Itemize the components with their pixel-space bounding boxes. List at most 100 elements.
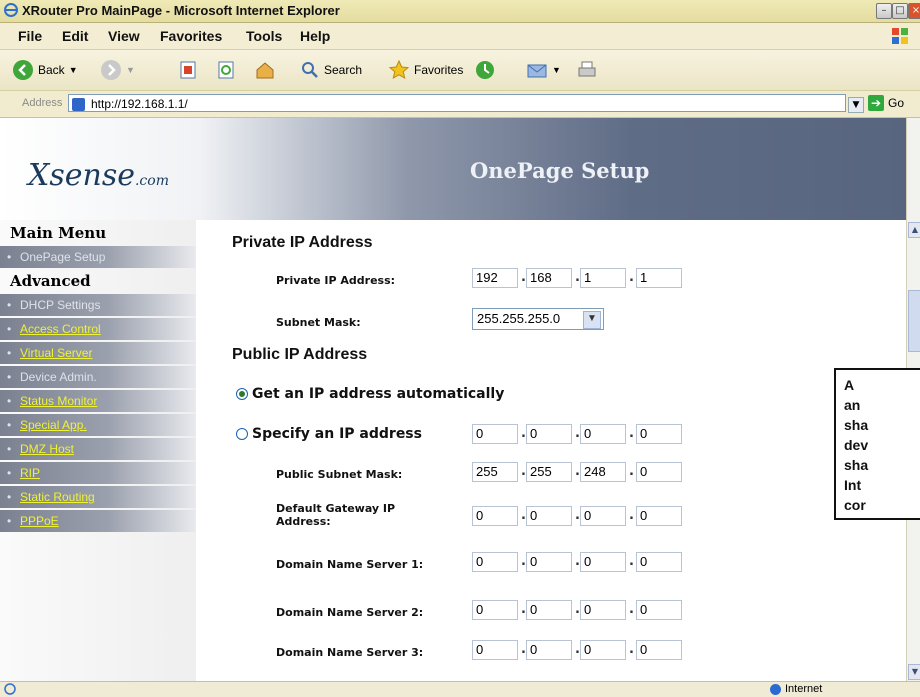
dns1-octet-4[interactable]: 0 [636, 552, 682, 572]
public-subnet-octet-2[interactable]: 255 [526, 462, 572, 482]
dns3-octet-2[interactable]: 0 [526, 640, 572, 660]
sidebar-menu: Main Menu OnePage Setup Advanced DHCP Se… [0, 220, 196, 681]
star-icon [388, 59, 410, 79]
public-subnet-octet-3[interactable]: 248 [580, 462, 626, 482]
main-menu-heading: Main Menu [10, 224, 107, 242]
scroll-down-button[interactable]: ▼ [908, 664, 920, 680]
auto-ip-label: Get an IP address automatically [252, 386, 505, 402]
private-ip-octet-2[interactable]: 168 [526, 268, 572, 288]
address-dropdown-button[interactable]: ▼ [848, 97, 864, 113]
header-banner: Xsense.com OnePage Setup [0, 118, 906, 220]
menu-edit[interactable]: Edit [62, 28, 88, 44]
subnet-mask-select[interactable]: 255.255.255.0 ▼ [472, 308, 604, 330]
sidebar-item-pppoe[interactable]: PPPoE [0, 510, 196, 532]
public-ip-heading: Public IP Address [232, 346, 368, 363]
advanced-heading: Advanced [10, 272, 91, 290]
print-button[interactable] [576, 58, 598, 82]
dns2-octet-2[interactable]: 0 [526, 600, 572, 620]
gateway-octet-4[interactable]: 0 [636, 506, 682, 526]
radio-auto-ip[interactable]: Get an IP address automatically [236, 386, 504, 402]
dns1-octet-2[interactable]: 0 [526, 552, 572, 572]
security-zone: Internet [770, 683, 822, 695]
dns2-label: Domain Name Server 2: [276, 606, 424, 619]
public-subnet-octet-1[interactable]: 255 [472, 462, 518, 482]
dns2-octet-4[interactable]: 0 [636, 600, 682, 620]
close-button[interactable]: × [908, 3, 920, 19]
back-button[interactable]: Back ▼ [12, 58, 78, 82]
search-icon [302, 62, 318, 78]
callout-line: dev [844, 437, 869, 453]
sidebar-item-static-routing[interactable]: Static Routing [0, 486, 196, 508]
dns1-octet-1[interactable]: 0 [472, 552, 518, 572]
public-ip-octet-3[interactable]: 0 [580, 424, 626, 444]
dns3-octet-3[interactable]: 0 [580, 640, 626, 660]
windows-logo-icon [892, 28, 908, 44]
page-content: Xsense.com OnePage Setup Main Menu OnePa… [0, 118, 906, 681]
subnet-mask-value: 255.255.255.0 [477, 311, 561, 326]
menu-favorites[interactable]: Favorites [160, 28, 222, 44]
scroll-thumb[interactable] [908, 290, 920, 352]
public-subnet-octet-4[interactable]: 0 [636, 462, 682, 482]
sidebar-item-device-admin[interactable]: Device Admin. [0, 366, 196, 388]
gateway-octet-2[interactable]: 0 [526, 506, 572, 526]
maximize-button[interactable]: □ [892, 3, 908, 19]
home-icon [256, 62, 274, 79]
sidebar-item-onepage-setup[interactable]: OnePage Setup [0, 246, 196, 268]
search-button[interactable]: Search [300, 58, 362, 82]
private-ip-octet-1[interactable]: 192 [472, 268, 518, 288]
home-button[interactable] [254, 58, 276, 82]
xsense-logo: Xsense.com [28, 158, 169, 193]
dns2-octet-1[interactable]: 0 [472, 600, 518, 620]
private-ip-label: Private IP Address: [276, 274, 396, 287]
minimize-button[interactable]: – [876, 3, 892, 19]
sidebar-item-dhcp-settings[interactable]: DHCP Settings [0, 294, 196, 316]
dns1-label: Domain Name Server 1: [276, 558, 424, 571]
address-input[interactable]: http://192.168.1.1/ [68, 94, 846, 112]
public-ip-octet-1[interactable]: 0 [472, 424, 518, 444]
sidebar-item-special-app[interactable]: Special App. [0, 414, 196, 436]
scroll-up-button[interactable]: ▲ [908, 222, 920, 238]
menu-help[interactable]: Help [300, 28, 330, 44]
mail-button[interactable]: ▼ [526, 58, 561, 82]
mail-icon [527, 64, 547, 78]
forward-arrow-icon [101, 60, 121, 80]
favorites-button[interactable]: Favorites [388, 58, 463, 82]
private-ip-octet-4[interactable]: 1 [636, 268, 682, 288]
sidebar-item-status-monitor[interactable]: Status Monitor [0, 390, 196, 412]
public-subnet-label: Public Subnet Mask: [276, 468, 403, 481]
dns3-octet-1[interactable]: 0 [472, 640, 518, 660]
subnet-mask-label: Subnet Mask: [276, 316, 361, 329]
forward-button[interactable]: ▼ [100, 58, 135, 82]
callout-line: sha [844, 457, 869, 473]
sidebar-item-rip[interactable]: RIP [0, 462, 196, 484]
sidebar-item-dmz-host[interactable]: DMZ Host [0, 438, 196, 460]
chevron-down-icon: ▼ [583, 311, 601, 329]
gateway-octet-1[interactable]: 0 [472, 506, 518, 526]
history-icon [476, 61, 494, 79]
radio-specify-ip[interactable]: Specify an IP address [236, 426, 422, 442]
history-button[interactable] [474, 58, 496, 82]
menu-view[interactable]: View [108, 28, 140, 44]
sidebar-item-access-control[interactable]: Access Control [0, 318, 196, 340]
window-title-bar: XRouter Pro MainPage - Microsoft Interne… [0, 0, 920, 23]
dns2-octet-3[interactable]: 0 [580, 600, 626, 620]
stop-icon [180, 61, 196, 79]
dns1-octet-3[interactable]: 0 [580, 552, 626, 572]
go-button[interactable]: ➔ Go [868, 95, 904, 111]
dns3-octet-4[interactable]: 0 [636, 640, 682, 660]
private-ip-heading: Private IP Address [232, 234, 373, 251]
gateway-octet-3[interactable]: 0 [580, 506, 626, 526]
private-ip-octet-3[interactable]: 1 [580, 268, 626, 288]
refresh-button[interactable] [216, 58, 236, 82]
sidebar-item-virtual-server[interactable]: Virtual Server [0, 342, 196, 364]
toolbar: Back ▼ ▼ Search Favorites ▼ [0, 50, 920, 91]
menu-bar: File Edit View Favorites Tools Help [0, 23, 920, 50]
public-ip-octet-2[interactable]: 0 [526, 424, 572, 444]
public-ip-octet-4[interactable]: 0 [636, 424, 682, 444]
stop-button[interactable] [178, 58, 198, 82]
callout-line: A [844, 377, 855, 393]
callout-line: an [844, 397, 861, 413]
menu-file[interactable]: File [18, 28, 42, 44]
menu-tools[interactable]: Tools [246, 28, 282, 44]
printer-icon [578, 61, 596, 77]
